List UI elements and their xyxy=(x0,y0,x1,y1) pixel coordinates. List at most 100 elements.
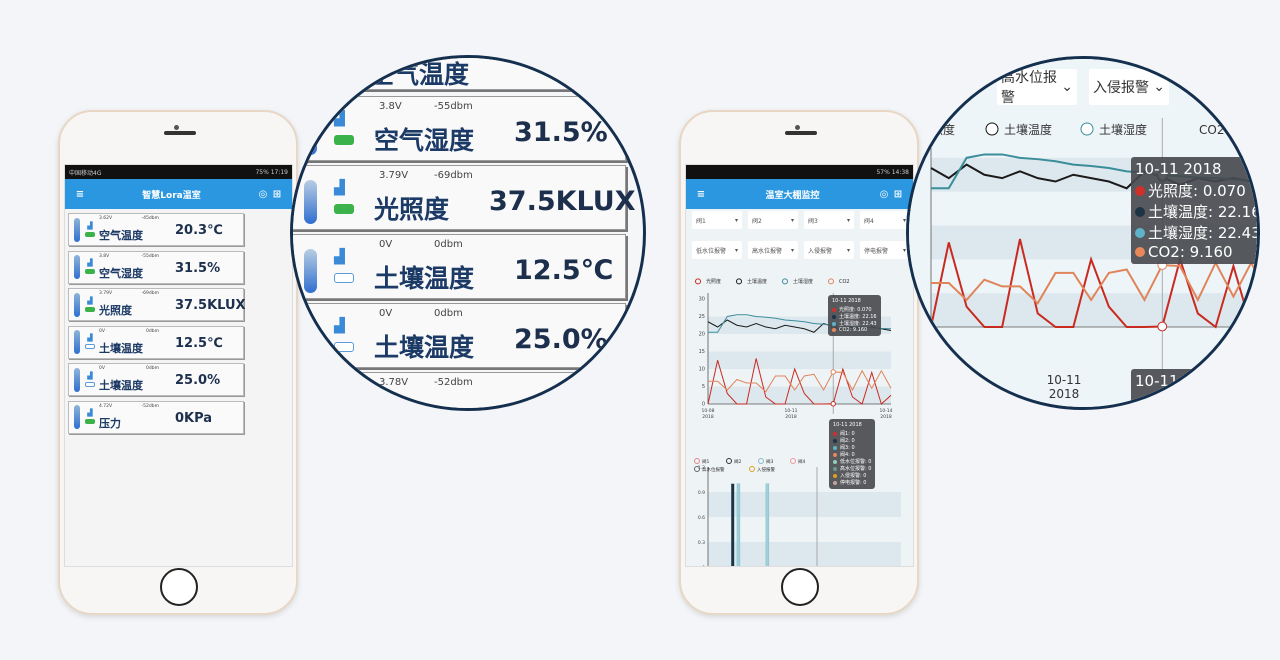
dropdown-select[interactable]: 入侵报警 ⌄ xyxy=(1089,69,1169,105)
sensor-magnifier: 空气温度 ▟ 3.8V -55dbm 空气湿度 31.5% ▟ 3.79V -69dbm 光照度 3… xyxy=(290,55,646,411)
dropdown-select[interactable]: 停电报警 ▾ xyxy=(860,241,910,259)
signal-strength: -52dbm xyxy=(434,377,473,388)
signal-icon: ▟ xyxy=(334,318,345,334)
chart-tooltip-zoomed: 10-11 2018 光照度: 0.070 土壤温度: 22.16 土壤湿度: 22.… xyxy=(1131,157,1260,264)
series-dot-icon xyxy=(833,445,837,450)
series-dot-icon xyxy=(833,466,837,471)
legend-marker[interactable] xyxy=(749,466,755,472)
sensor-card[interactable]: ▟ 4.72V -52dbm 压力 0KPa xyxy=(68,400,244,434)
target-icon[interactable]: ◎ xyxy=(256,189,270,200)
tooltip-value: 土壤湿度: 22.43 xyxy=(1148,224,1260,242)
tooltip-value: 阀1: 0 xyxy=(840,431,855,437)
series-dot-icon xyxy=(832,321,836,326)
y-tick-label: 0.9 xyxy=(698,490,705,496)
legend-label[interactable]: 土壤温度 xyxy=(747,278,767,285)
chevron-down-icon: ▾ xyxy=(734,216,738,224)
legend-marker[interactable] xyxy=(782,278,788,285)
select-label: 阀1 xyxy=(696,217,706,225)
tooltip-row: 停电报警: 0 xyxy=(833,479,871,486)
tooltip-row: CO2: 9.160 xyxy=(1135,243,1257,261)
dropdown-select[interactable]: 阀4 ▾ xyxy=(860,211,910,229)
legend-label[interactable]: 光照度 xyxy=(706,278,721,285)
series-dot-icon xyxy=(832,307,836,312)
signal-strength: 0dbm xyxy=(434,308,463,319)
series-dot-icon xyxy=(1135,206,1145,217)
sensor-label: 光照度 xyxy=(99,304,132,317)
dropdown-select[interactable]: 阀3 ▾ xyxy=(804,211,854,229)
select-label: 阀4 xyxy=(864,217,874,225)
signal-battery: ▟ xyxy=(85,410,95,424)
legend-marker[interactable] xyxy=(790,458,796,464)
legend-marker[interactable] xyxy=(736,278,742,285)
chart-tooltip: 10-11 2018 光照度: 0.070 土壤温度: 22.16 土壤湿度: 22.… xyxy=(828,295,881,336)
sensor-value: 37.5KLUX xyxy=(489,186,636,217)
tooltip-value: 高水位报警: 0 xyxy=(840,466,872,472)
dropdown-select[interactable]: 阀2 ▾ xyxy=(748,211,798,229)
legend-marker[interactable] xyxy=(694,458,700,464)
tooltip-value: 停电报警: 0 xyxy=(840,480,867,486)
carrier-text: 中国移动4G xyxy=(69,169,102,177)
dropdown-select[interactable]: 高水位报警 ⌄ xyxy=(997,69,1077,106)
menu-icon[interactable]: ≡ xyxy=(73,189,87,200)
legend-marker[interactable] xyxy=(828,278,834,285)
legend-marker[interactable] xyxy=(758,458,764,464)
legend-label[interactable]: 高水位报警 xyxy=(702,466,725,473)
voltage: 3.79V xyxy=(379,170,409,181)
tooltip-row: 阀4: 0 xyxy=(833,451,871,458)
tooltip-row: 光照度: 0.070 xyxy=(832,306,877,313)
signal-battery: ▟ xyxy=(85,372,95,387)
legend-label[interactable]: 入侵报警 xyxy=(757,466,775,473)
home-button[interactable] xyxy=(160,568,198,606)
tooltip-row: 阀2: 0 xyxy=(833,437,871,444)
tooltip-row: 土壤湿度: 22.43 xyxy=(1135,222,1260,243)
sensor-card[interactable]: ▟ 3.8V -55dbm 空气湿度 31.5% xyxy=(68,250,244,284)
thermometer-icon xyxy=(304,318,317,362)
grid-icon[interactable]: ⊞ xyxy=(891,189,905,200)
battery-icon xyxy=(85,269,95,274)
menu-icon[interactable]: ≡ xyxy=(694,189,708,200)
tooltip-value: 土壤湿度: 22.43 xyxy=(839,321,877,327)
right-screen: 57% 14:38 ≡ 温室大棚监控 ◎ ⊞ 阀1 ▾ 阀2 ▾ 阀3 ▾ 阀4 ▾ 低水位报警… xyxy=(685,164,914,567)
x-tick-label: 10-11 xyxy=(784,408,797,414)
sensor-card[interactable]: ▟ 0V 0dbm 土壤温度 25.0% xyxy=(68,363,244,396)
voltage: 4.72V xyxy=(99,403,113,409)
thermometer-icon xyxy=(304,249,317,293)
legend-label[interactable]: 阀4 xyxy=(798,458,805,465)
left-screen: 中国移动4G 75% 17:19 ≡ 智慧Lora温室 ◎ ⊞ ▟ 3.62V -4… xyxy=(64,164,293,567)
select-label: 高水位报警 xyxy=(1001,70,1057,106)
sensor-card[interactable]: ▟ 3.79V -69dbm 光照度 37.5KLUX xyxy=(68,288,246,321)
dropdown-select[interactable]: 低水位报警 ▾ xyxy=(692,241,742,259)
tooltip-title: 10-11 2018 xyxy=(1135,160,1222,178)
select-label: 阀2 xyxy=(752,217,762,225)
y-tick-label: 20 xyxy=(699,332,705,338)
sensor-label: 土壤温度 xyxy=(374,333,475,362)
legend-label[interactable]: CO2 xyxy=(839,279,850,285)
legend-label[interactable]: 阀2 xyxy=(734,458,741,465)
dropdown-select[interactable]: 阀1 ▾ xyxy=(692,211,742,229)
legend-label[interactable]: 阀1 xyxy=(702,458,709,465)
legend-marker[interactable] xyxy=(695,278,701,285)
select-label: 入侵报警 xyxy=(808,247,833,255)
sensor-card[interactable]: ▟ 0V 0dbm 土壤温度 12.5℃ xyxy=(68,325,244,359)
legend-label[interactable]: 土壤湿度 xyxy=(793,278,813,285)
y-tick-label: 30 xyxy=(699,297,705,303)
voltage: 0V xyxy=(99,366,105,371)
grid-icon[interactable]: ⊞ xyxy=(270,189,284,200)
tooltip-row: 土壤温度: 22.16 xyxy=(1135,201,1257,222)
tooltip-row: 光照度: 0.070 xyxy=(1135,180,1257,201)
bar xyxy=(765,483,770,566)
target-icon[interactable]: ◎ xyxy=(877,189,891,200)
home-button[interactable] xyxy=(781,568,819,606)
dropdown-select[interactable]: 高水位报警 ▾ xyxy=(748,241,798,259)
legend-marker[interactable] xyxy=(726,458,732,464)
voltage: 3.8V xyxy=(379,101,402,112)
voltage: 0V xyxy=(379,239,393,250)
battery-icon xyxy=(85,381,95,387)
dropdown-select[interactable]: 入侵报警 ▾ xyxy=(804,241,854,259)
sensor-card: 空气温度 xyxy=(293,58,633,90)
signal-icon: ▟ xyxy=(87,409,93,417)
sensor-card[interactable]: ▟ 3.62V -45dbm 空气温度 20.3℃ xyxy=(68,213,244,246)
y-tick-label: 0.6 xyxy=(698,515,705,521)
legend-label[interactable]: 阀3 xyxy=(766,458,773,465)
sensor-meta: 3.62V -45dbm xyxy=(99,216,159,221)
